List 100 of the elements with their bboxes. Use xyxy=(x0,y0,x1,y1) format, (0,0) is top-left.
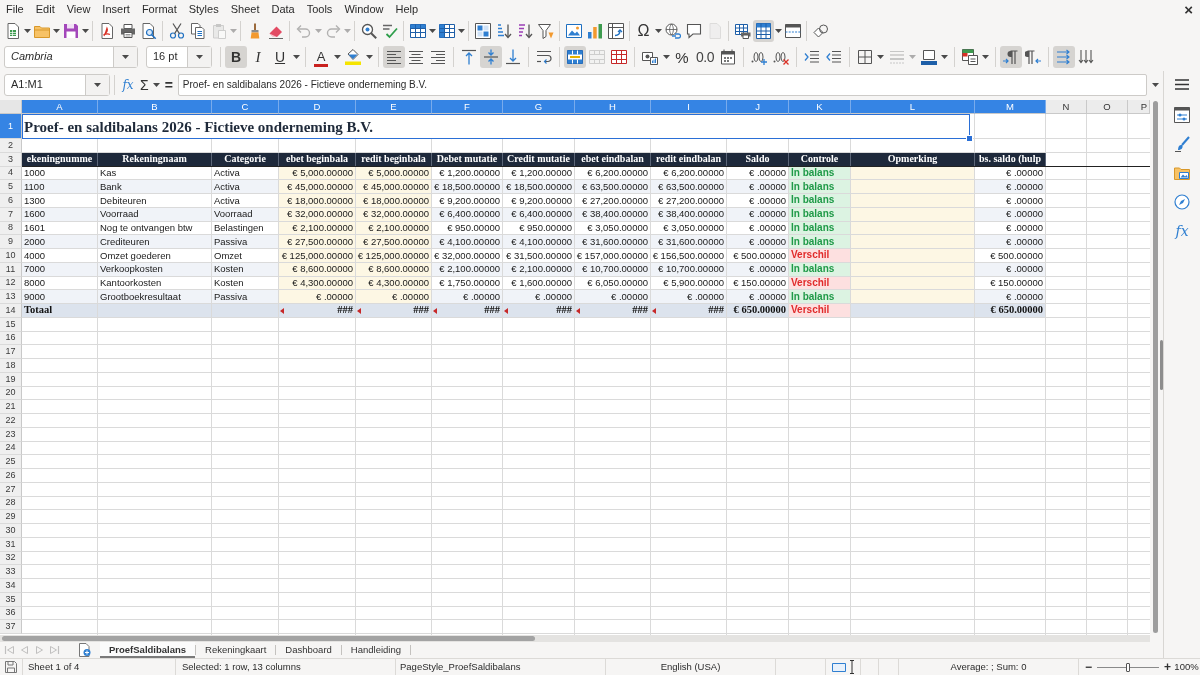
sum-button[interactable]: Σ xyxy=(137,73,152,96)
percent-format-button[interactable]: % xyxy=(671,46,693,68)
align-left-button[interactable] xyxy=(383,46,405,68)
column-header[interactable]: A xyxy=(22,100,98,114)
text-direction-button[interactable] xyxy=(1052,46,1075,68)
row-header[interactable]: 25 xyxy=(0,455,22,469)
fill-handle[interactable] xyxy=(966,135,973,142)
freeze-rows-button[interactable] xyxy=(753,20,774,42)
column-header[interactable]: I xyxy=(651,100,727,114)
slider-thumb[interactable] xyxy=(1126,662,1130,672)
function-wizard-button[interactable]: fx xyxy=(119,73,137,96)
column-header[interactable]: B xyxy=(98,100,212,114)
column-heading: ebet eindbalan xyxy=(575,152,651,167)
menu-item[interactable]: Window xyxy=(338,1,390,18)
font-name-field[interactable]: Cambria xyxy=(4,46,138,68)
column-header[interactable]: J xyxy=(727,100,789,114)
row-header[interactable]: 1 xyxy=(0,114,22,139)
table-cell: € .00000 xyxy=(975,290,1046,304)
column-header[interactable]: D xyxy=(279,100,356,114)
menu-item[interactable]: Sheet xyxy=(224,1,266,18)
scrollbar-thumb[interactable] xyxy=(1153,101,1158,633)
menu-item[interactable]: Edit xyxy=(29,1,61,18)
left-to-right-button[interactable] xyxy=(999,46,1022,68)
table-cell: € 45,000.00000 xyxy=(356,180,432,194)
underline-button[interactable]: U xyxy=(269,46,291,68)
bold-button[interactable]: B xyxy=(225,46,247,68)
zoom-out-button[interactable]: − xyxy=(1083,661,1094,673)
row-header[interactable]: 17 xyxy=(0,345,22,359)
menu-item[interactable]: Format xyxy=(135,1,183,18)
special-character-button[interactable]: Ω xyxy=(633,20,654,42)
table-cell: In balans xyxy=(789,235,851,249)
row-header[interactable]: 18 xyxy=(0,359,22,373)
close-button[interactable]: × xyxy=(1177,1,1200,18)
menu-item[interactable]: File xyxy=(0,1,30,18)
row-header[interactable]: 6 xyxy=(0,194,22,208)
table-cell: € 18,000.00000 xyxy=(356,194,432,208)
menu-item[interactable]: Styles xyxy=(182,1,225,18)
page-icon xyxy=(706,23,723,39)
color-swatch-icon xyxy=(314,63,328,67)
row-header[interactable]: 37 xyxy=(0,620,22,634)
functions-button[interactable]: fx xyxy=(1170,220,1194,242)
column-header[interactable]: P xyxy=(1128,100,1150,114)
highlight-button[interactable] xyxy=(342,46,364,68)
column-header[interactable]: G xyxy=(503,100,575,114)
sheet-tab[interactable]: Dashboard xyxy=(276,642,341,658)
menu-item[interactable]: Help xyxy=(389,1,425,18)
pivot-table-button[interactable] xyxy=(605,20,626,42)
sheet-tab[interactable]: Handleiding xyxy=(341,642,411,658)
table-cell: In balans xyxy=(789,180,851,194)
zoom-in-button[interactable]: + xyxy=(1162,661,1173,673)
table-cell: ### xyxy=(651,304,727,318)
column-header[interactable]: E xyxy=(356,100,432,114)
table-cell: € .00000 xyxy=(727,290,789,304)
row-header[interactable]: 34 xyxy=(0,579,22,593)
hyperlink-button[interactable] xyxy=(662,20,683,42)
row-header[interactable]: 13 xyxy=(0,290,22,304)
row-header[interactable]: 29 xyxy=(0,510,22,524)
font-color-button[interactable]: A xyxy=(310,46,332,68)
menu-item[interactable]: Tools xyxy=(300,1,339,18)
column-header[interactable]: C xyxy=(212,100,279,114)
row-header[interactable]: 14 xyxy=(0,304,22,318)
row-header[interactable]: 30 xyxy=(0,524,22,538)
row-header[interactable]: 5 xyxy=(0,180,22,194)
number-format-button[interactable]: 0.0 xyxy=(693,46,717,68)
formula-button[interactable]: = xyxy=(161,73,176,96)
menu-item[interactable]: View xyxy=(60,1,97,18)
sheet-tab[interactable]: ProefSaldibalans xyxy=(100,642,196,658)
row-header[interactable]: 9 xyxy=(0,235,22,249)
column-header[interactable]: F xyxy=(432,100,503,114)
split-window-icon xyxy=(784,23,801,39)
italic-button[interactable]: I xyxy=(247,46,269,68)
row-header[interactable]: 10 xyxy=(0,249,22,263)
column-header[interactable]: L xyxy=(851,100,975,114)
page-style: PageStyle_ProefSaldibalans xyxy=(400,661,521,673)
table-cell: € .00000 xyxy=(975,235,1046,249)
row-header[interactable]: 22 xyxy=(0,414,22,428)
font-size-field[interactable]: 16 pt xyxy=(146,46,212,68)
menu-item[interactable]: Data xyxy=(265,1,301,18)
menu-item[interactable]: Insert xyxy=(96,1,136,18)
column-header[interactable]: M xyxy=(975,100,1046,114)
sheet-tab[interactable]: Rekeningkaart xyxy=(196,642,276,658)
paint-bucket-icon xyxy=(345,49,361,65)
column-header[interactable]: O xyxy=(1087,100,1128,114)
scrollbar-thumb[interactable] xyxy=(2,636,535,641)
language: English (USA) xyxy=(660,661,721,673)
column-header[interactable]: K xyxy=(789,100,851,114)
row-header[interactable]: 2 xyxy=(0,139,22,153)
floppy-disk-icon xyxy=(5,661,17,673)
formula-input-field[interactable]: Proef- en saldibalans 2026 - Fictieve onderneming B.V. xyxy=(177,73,1147,96)
resize-grip[interactable] xyxy=(1160,340,1163,390)
merge-center-icon xyxy=(567,49,583,65)
name-box-field[interactable]: A1:M1 xyxy=(4,73,110,96)
column-heading: Credit mutatie xyxy=(503,152,575,167)
row-header[interactable]: 33 xyxy=(0,565,22,579)
column-header[interactable]: H xyxy=(575,100,651,114)
merge-center-button[interactable] xyxy=(564,46,586,68)
sort-button[interactable] xyxy=(472,20,493,42)
row-header[interactable]: 26 xyxy=(0,469,22,483)
pivot-table-icon xyxy=(607,23,624,39)
row-header[interactable]: 21 xyxy=(0,400,22,414)
